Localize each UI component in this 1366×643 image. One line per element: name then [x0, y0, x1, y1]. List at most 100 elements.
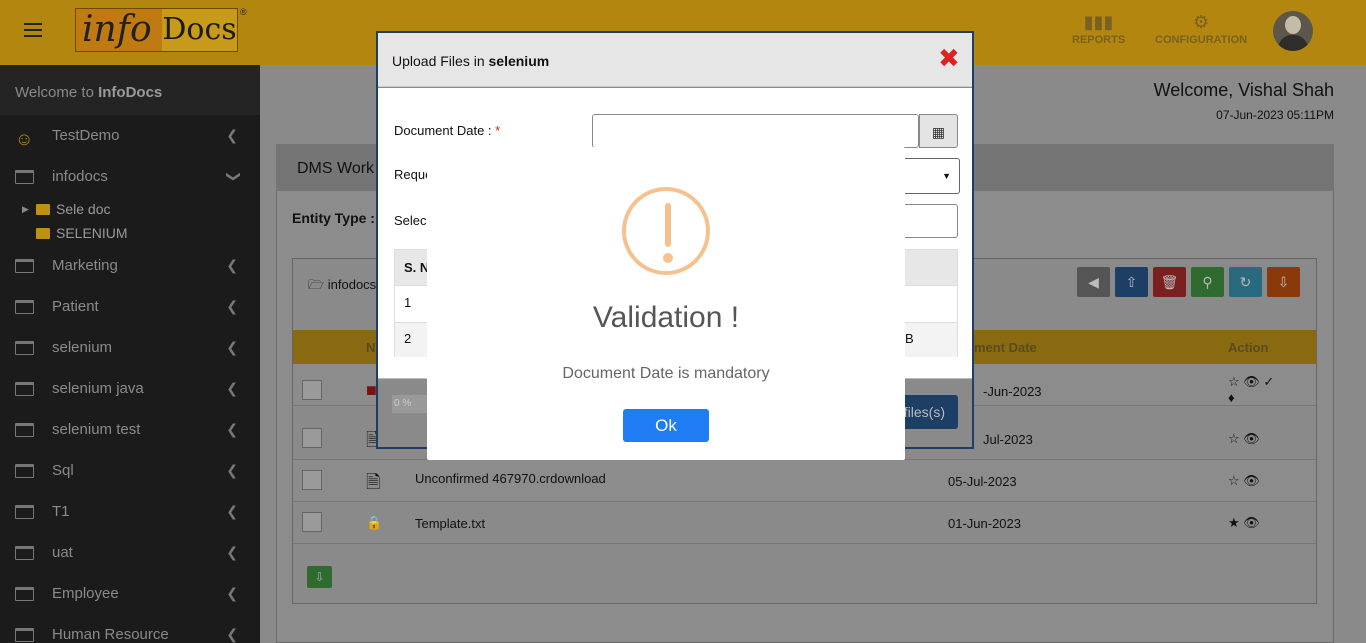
sidebar-subitem-sele-doc[interactable]: ▶ Sele doc	[0, 197, 260, 221]
chevron-left-icon: ❮	[226, 127, 238, 143]
file-name[interactable]: Unconfirmed 467970.crdownload	[415, 471, 606, 486]
subitem-label: SELENIUM	[56, 225, 128, 241]
app-logo[interactable]: info Docs ®	[75, 7, 247, 52]
folder-icon	[15, 169, 34, 184]
sidebar: Welcome to InfoDocs ☺ TestDemo ❮ infodoc…	[0, 65, 260, 643]
request-select[interactable]: ▼	[900, 158, 960, 194]
calendar-button[interactable]: ▦	[919, 114, 958, 148]
sidebar-subitem-selenium[interactable]: SELENIUM	[0, 221, 260, 245]
row-checkbox[interactable]	[302, 380, 322, 400]
eye-icon[interactable]: 👁	[1243, 515, 1260, 530]
eye-icon[interactable]: 👁	[1243, 473, 1260, 488]
ok-button[interactable]: Ok	[623, 409, 709, 442]
sidebar-item-label: uat	[52, 544, 73, 561]
required-mark: *	[495, 123, 501, 138]
document-date-input[interactable]	[592, 114, 919, 148]
sidebar-item-sql[interactable]: Sql ❮	[0, 450, 260, 491]
eye-icon[interactable]: 👁	[1243, 431, 1260, 446]
folder-icon	[15, 340, 34, 355]
user-icon: ☺	[15, 128, 34, 149]
folder-icon: 🗁	[308, 277, 325, 292]
sidebar-item-marketing[interactable]: Marketing ❮	[0, 245, 260, 286]
modal-header: Upload Files in selenium ✖	[378, 33, 972, 87]
download-button[interactable]: ⇩	[1267, 267, 1300, 297]
sidebar-item-label: Sql	[52, 462, 74, 479]
folder-icon	[15, 422, 34, 437]
row-checkbox[interactable]	[302, 512, 322, 532]
menu-icon[interactable]	[24, 23, 42, 39]
breadcrumb[interactable]: 🗁 infodocs	[308, 276, 376, 298]
select-label: Selec	[394, 213, 427, 228]
sidebar-item-label: selenium java	[52, 380, 144, 397]
logo-text-info: info	[82, 9, 152, 50]
document-date-label: Document Date : *	[394, 123, 500, 138]
chevron-left-icon: ❮	[226, 503, 238, 519]
row-checkbox[interactable]	[302, 470, 322, 490]
sidebar-item-infodocs[interactable]: infodocs ❮	[0, 156, 260, 197]
row-actions: ☆ 👁	[1228, 431, 1260, 447]
row-checkbox[interactable]	[302, 428, 322, 448]
star-icon[interactable]: ★	[1228, 515, 1240, 530]
gear-icon: ⚙	[1192, 12, 1210, 32]
sidebar-item-label: infodocs	[52, 168, 108, 185]
star-icon[interactable]: ☆	[1228, 473, 1240, 488]
folder-icon	[36, 227, 50, 239]
sidebar-item-selenium[interactable]: selenium ❮	[0, 327, 260, 368]
delete-button[interactable]: 🗑	[1153, 267, 1186, 297]
sidebar-item-selenium-test[interactable]: selenium test ❮	[0, 409, 260, 450]
folder-icon	[15, 504, 34, 519]
search-button[interactable]: ⚲	[1191, 267, 1224, 297]
search-icon: ⚲	[1202, 274, 1213, 290]
trash-icon: 🗑	[1160, 274, 1179, 290]
download-icon: ⇩	[314, 570, 325, 584]
folder-icon	[15, 463, 34, 478]
chevron-left-icon: ❮	[226, 626, 238, 642]
lock-icon: 🔒	[366, 515, 383, 530]
document-file-icon: 🗎	[366, 472, 381, 492]
configuration-nav[interactable]: ⚙ CONFIGURATION	[1155, 10, 1247, 46]
reports-nav[interactable]: ▮▮▮ REPORTS	[1072, 10, 1125, 46]
sidebar-item-uat[interactable]: uat ❮	[0, 532, 260, 573]
chevron-left-icon: ❮	[226, 421, 238, 437]
star-icon[interactable]: ☆	[1228, 431, 1240, 446]
sidebar-item-human-resource[interactable]: Human Resource ❮	[0, 614, 260, 643]
modal-title-prefix: Upload Files in	[392, 53, 489, 69]
folder-icon	[15, 586, 34, 601]
sidebar-item-label: TestDemo	[52, 127, 120, 144]
sidebar-item-employee[interactable]: Employee ❮	[0, 573, 260, 614]
warning-icon	[622, 187, 710, 275]
caret-down-icon: ▼	[942, 171, 951, 181]
column-document-date[interactable]: ument Date	[966, 340, 1037, 355]
refresh-button[interactable]: ↻	[1229, 267, 1262, 297]
select-input[interactable]	[900, 204, 958, 238]
chevron-left-icon: ❮	[226, 339, 238, 355]
column-name[interactable]: N	[366, 340, 375, 355]
tag-icon[interactable]: ♦	[1228, 390, 1235, 405]
sidebar-item-selenium-java[interactable]: selenium java ❮	[0, 368, 260, 409]
sidebar-item-testdemo[interactable]: ☺ TestDemo ❮	[0, 115, 260, 156]
eye-icon[interactable]: 👁	[1243, 374, 1260, 389]
file-date: 01-Jun-2023	[948, 516, 1021, 531]
row-sn: 1	[404, 295, 412, 310]
entity-type-label: Entity Type :	[292, 210, 375, 226]
avatar[interactable]	[1273, 11, 1313, 51]
upload-button[interactable]: ⇧	[1115, 267, 1148, 297]
chevron-down-icon: ❮	[223, 170, 240, 183]
folder-icon	[15, 381, 34, 396]
dialog-title: Validation !	[592, 301, 740, 334]
download-all-button[interactable]: ⇩	[307, 566, 332, 588]
back-button[interactable]: ◀	[1077, 267, 1110, 297]
file-name[interactable]: Template.txt	[415, 516, 485, 531]
configuration-label: CONFIGURATION	[1155, 34, 1248, 46]
folder-icon	[36, 203, 50, 215]
expand-arrow-icon[interactable]: ▶	[22, 204, 32, 215]
close-icon[interactable]: ✖	[938, 43, 960, 74]
chevron-left-icon: ❮	[226, 257, 238, 273]
folder-icon	[15, 299, 34, 314]
star-icon[interactable]: ☆	[1228, 374, 1240, 389]
dialog-message: Document Date is mandatory	[562, 365, 770, 382]
sidebar-item-t1[interactable]: T1 ❮	[0, 491, 260, 532]
row-actions-extra: ♦	[1228, 390, 1235, 405]
sidebar-item-patient[interactable]: Patient ❮	[0, 286, 260, 327]
check-icon[interactable]: ✓	[1263, 374, 1274, 389]
